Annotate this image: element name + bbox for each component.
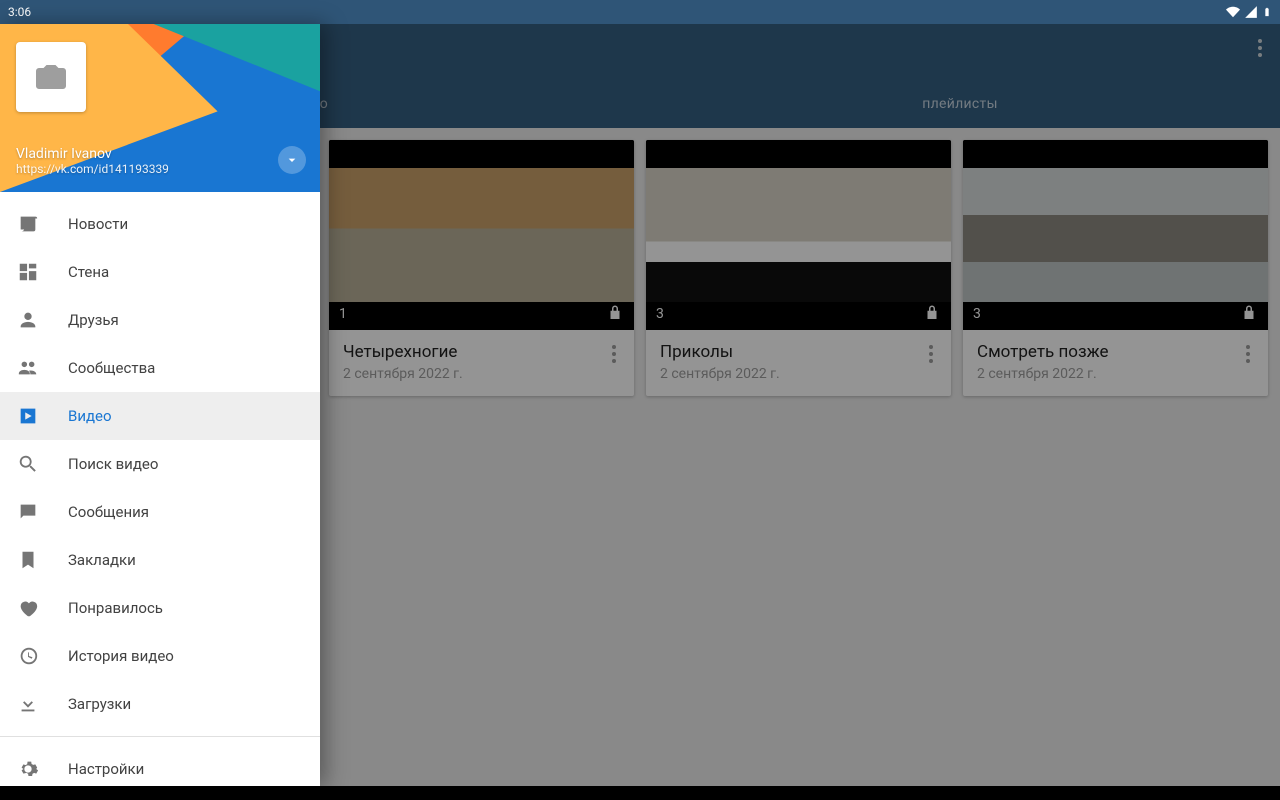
heart-icon <box>16 596 40 620</box>
navigation-drawer: Vladimir Ivanov https://vk.com/id1411933… <box>0 24 320 786</box>
nav-list: Новости Стена Друзья Сообщества Видео Поиск в… <box>0 192 320 786</box>
nav-item-video[interactable]: Видео <box>0 392 320 440</box>
avatar[interactable] <box>16 42 86 112</box>
nav-item-downloads[interactable]: Загрузки <box>0 680 320 728</box>
nav-divider <box>0 736 320 737</box>
drawer-header[interactable]: Vladimir Ivanov https://vk.com/id1411933… <box>0 24 320 192</box>
nav-item-label: Закладки <box>68 551 136 569</box>
camera-icon <box>33 59 69 95</box>
wifi-icon <box>1226 5 1240 19</box>
nav-item-label: Сообщества <box>68 359 155 377</box>
nav-item-messages[interactable]: Сообщения <box>0 488 320 536</box>
system-nav-bar <box>0 786 1280 800</box>
nav-item-label: Сообщения <box>68 503 149 521</box>
history-icon <box>16 644 40 668</box>
bookmark-icon <box>16 548 40 572</box>
status-bar: 3:06 <box>0 0 1280 24</box>
search-icon <box>16 452 40 476</box>
status-time: 3:06 <box>8 5 31 19</box>
account-dropdown-button[interactable] <box>278 146 306 174</box>
nav-item-history[interactable]: История видео <box>0 632 320 680</box>
video-icon <box>16 404 40 428</box>
nav-item-label: Друзья <box>68 311 119 329</box>
nav-item-label: Стена <box>68 263 109 281</box>
nav-item-label: Загрузки <box>68 695 131 713</box>
chevron-down-icon <box>284 152 300 168</box>
people-icon <box>16 356 40 380</box>
nav-item-wall[interactable]: Стена <box>0 248 320 296</box>
profile-info: Vladimir Ivanov https://vk.com/id1411933… <box>16 146 169 176</box>
gear-icon <box>16 757 40 781</box>
nav-item-bookmarks[interactable]: Закладки <box>0 536 320 584</box>
nav-item-label: Настройки <box>68 760 144 778</box>
nav-item-settings[interactable]: Настройки <box>0 745 320 786</box>
nav-item-friends[interactable]: Друзья <box>0 296 320 344</box>
nav-item-label: Новости <box>68 215 128 233</box>
nav-item-search[interactable]: Поиск видео <box>0 440 320 488</box>
dashboard-icon <box>16 260 40 284</box>
newspaper-icon <box>16 212 40 236</box>
nav-item-label: История видео <box>68 647 174 665</box>
download-icon <box>16 692 40 716</box>
profile-name: Vladimir Ivanov <box>16 146 169 162</box>
battery-icon <box>1262 5 1272 19</box>
person-icon <box>16 308 40 332</box>
signal-icon <box>1244 5 1258 19</box>
nav-item-news[interactable]: Новости <box>0 200 320 248</box>
nav-item-label: Поиск видео <box>68 455 158 473</box>
nav-item-liked[interactable]: Понравилось <box>0 584 320 632</box>
nav-item-groups[interactable]: Сообщества <box>0 344 320 392</box>
nav-item-label: Видео <box>68 407 112 425</box>
status-icons <box>1226 5 1272 19</box>
profile-url: https://vk.com/id141193339 <box>16 162 169 176</box>
nav-item-label: Понравилось <box>68 599 163 617</box>
chat-icon <box>16 500 40 524</box>
